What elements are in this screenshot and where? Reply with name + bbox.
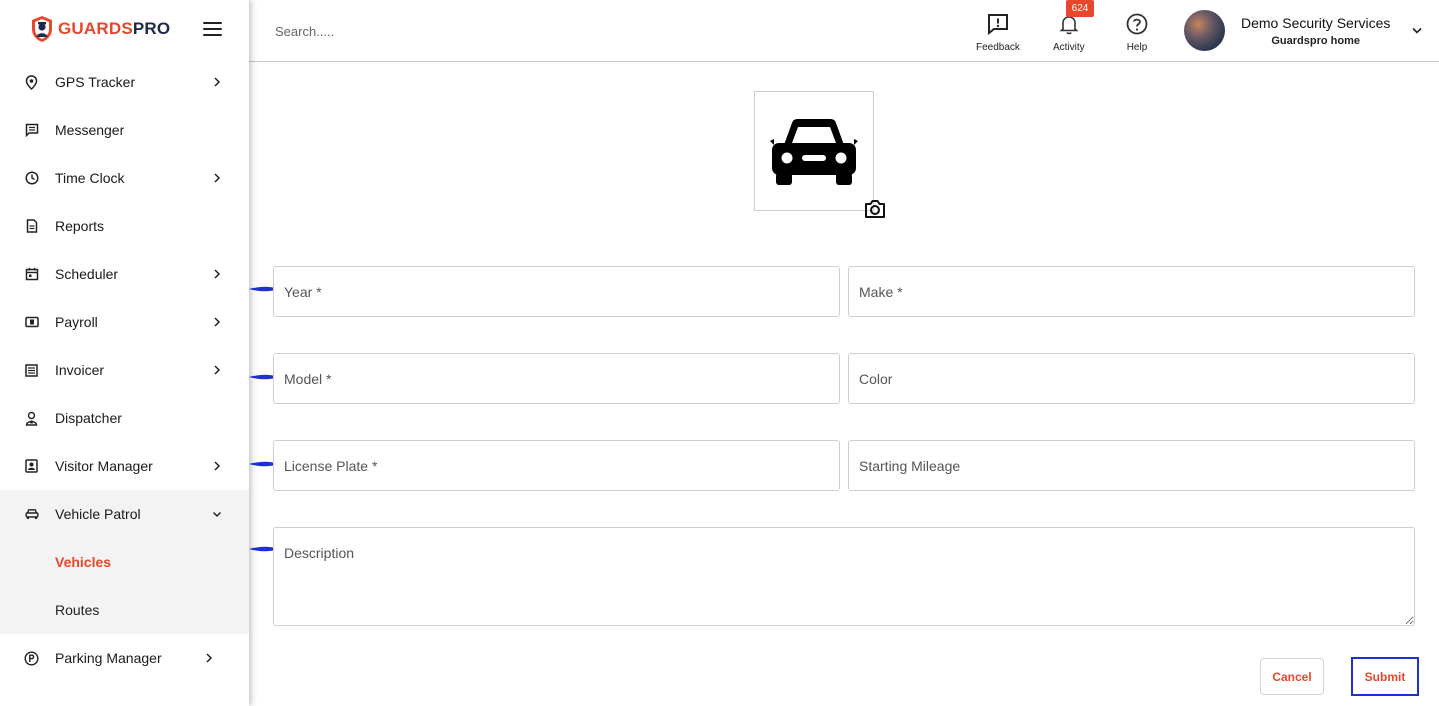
activity-label: Activity [1053, 42, 1085, 53]
help-icon [1126, 13, 1148, 35]
sidebar-item-scheduler[interactable]: Scheduler [0, 250, 249, 298]
chevron-right-icon [214, 173, 221, 183]
sidebar-subitem-vehicles[interactable]: Vehicles [0, 538, 249, 586]
sidebar-item-label: Dispatcher [55, 410, 122, 426]
sidebar-item-label: Time Clock [55, 170, 125, 186]
search-input[interactable] [275, 20, 575, 42]
sidebar-item-gps-tracker[interactable]: GPS Tracker [0, 58, 249, 106]
cancel-button[interactable]: Cancel [1260, 658, 1324, 695]
app-root: GUARDSPRO GPS Tracker Messenger Time Clo… [0, 0, 1439, 706]
parking-icon [24, 650, 39, 666]
sidebar-item-label: Scheduler [55, 266, 119, 282]
submit-button[interactable]: Submit [1351, 657, 1419, 696]
brand-logo-text: GUARDSPRO [58, 19, 171, 38]
camera-icon[interactable] [863, 198, 887, 220]
feedback-label: Feedback [976, 42, 1020, 53]
feedback-icon [987, 14, 1008, 36]
chevron-down-icon [212, 511, 222, 518]
visitor-badge-icon [24, 459, 39, 474]
sidebar-item-time-clock[interactable]: Time Clock [0, 154, 249, 202]
dispatcher-icon [24, 411, 39, 426]
sidebar-item-reports[interactable]: Reports [0, 202, 249, 250]
chevron-down-icon [1412, 27, 1422, 34]
starting-mileage-input[interactable] [848, 440, 1415, 491]
make-input[interactable] [848, 266, 1415, 317]
user-name: Demo Security Services [1241, 14, 1391, 31]
car-placeholder-icon [770, 119, 858, 185]
guard-logo-icon [32, 16, 52, 42]
sidebar-item-label: Payroll [55, 314, 98, 330]
menu-toggle-icon[interactable] [203, 22, 222, 36]
sidebar: GUARDSPRO GPS Tracker Messenger Time Clo… [0, 0, 249, 706]
message-icon [24, 123, 39, 138]
calendar-icon [24, 267, 39, 282]
chevron-right-icon [214, 365, 221, 375]
feedback-button[interactable]: Feedback [976, 12, 1020, 53]
user-info: Demo Security Services Guardspro home [1241, 15, 1390, 47]
car-icon [24, 507, 39, 522]
vehicle-form: Cancel Submit [249, 63, 1439, 706]
sidebar-item-dispatcher[interactable]: Dispatcher [0, 394, 249, 442]
sidebar-item-parking-manager[interactable]: Parking Manager [0, 634, 249, 682]
chevron-right-icon [214, 77, 221, 87]
chevron-right-icon [214, 269, 221, 279]
sidebar-item-label: GPS Tracker [55, 74, 136, 90]
sidebar-item-vehicle-patrol[interactable]: Vehicle Patrol [0, 490, 249, 538]
sidebar-item-label: Vehicle Patrol [55, 506, 141, 522]
sidebar-nav: GPS Tracker Messenger Time Clock Reports… [0, 58, 249, 682]
chevron-right-icon [214, 317, 221, 327]
help-button[interactable]: Help [1125, 12, 1149, 53]
sidebar-item-label: Invoicer [55, 362, 105, 378]
chevron-right-icon [206, 653, 213, 663]
sidebar-item-payroll[interactable]: Payroll [0, 298, 249, 346]
user-menu[interactable]: Demo Security Services Guardspro home [1184, 10, 1422, 51]
invoice-icon [24, 363, 39, 378]
year-input[interactable] [273, 266, 840, 317]
sidebar-item-messenger[interactable]: Messenger [0, 106, 249, 154]
model-input[interactable] [273, 353, 840, 404]
description-textarea[interactable] [273, 527, 1415, 626]
help-label: Help [1126, 42, 1148, 53]
sidebar-item-label: Messenger [55, 122, 125, 138]
top-header: Feedback Activity 624 Help Demo Security… [249, 0, 1439, 62]
document-icon [24, 219, 39, 234]
payroll-icon [24, 315, 39, 330]
activity-count-badge: 624 [1066, 0, 1094, 17]
vehicle-photo-box[interactable] [754, 91, 874, 211]
sidebar-item-label: Visitor Manager [55, 458, 153, 474]
sidebar-item-label: Reports [55, 218, 105, 234]
user-company: Guardspro home [1271, 34, 1360, 47]
logo-row: GUARDSPRO [0, 0, 249, 58]
color-input[interactable] [848, 353, 1415, 404]
sidebar-item-label: Parking Manager [55, 650, 162, 666]
activity-button[interactable]: Activity [1053, 12, 1085, 53]
license-plate-input[interactable] [273, 440, 840, 491]
chevron-right-icon [214, 461, 221, 471]
location-pin-icon [24, 74, 39, 90]
sidebar-subitem-routes[interactable]: Routes [0, 586, 249, 634]
avatar [1184, 10, 1225, 51]
sidebar-item-invoicer[interactable]: Invoicer [0, 346, 249, 394]
clock-icon [24, 171, 39, 186]
sidebar-item-visitor-manager[interactable]: Visitor Manager [0, 442, 249, 490]
